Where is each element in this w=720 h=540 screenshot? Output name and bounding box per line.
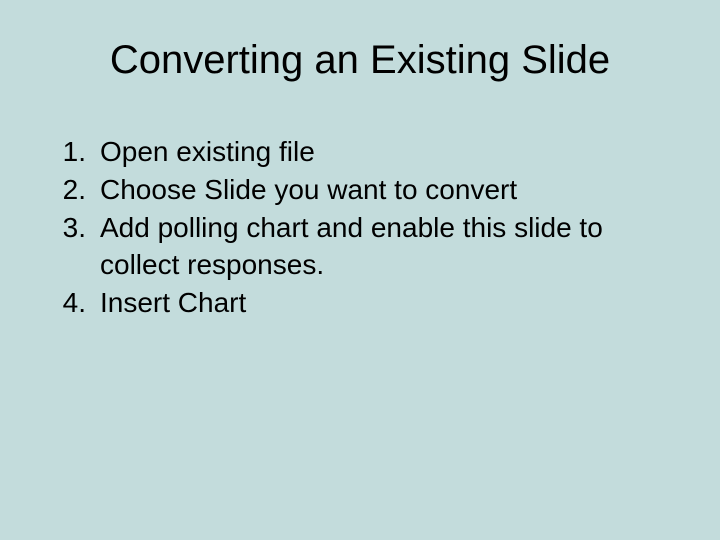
step-list: 1. Open existing file 2. Choose Slide yo… — [30, 133, 690, 322]
list-text: Add polling chart and enable this slide … — [100, 209, 690, 285]
list-item: 1. Open existing file — [50, 133, 690, 171]
list-number: 2. — [50, 171, 100, 209]
list-item: 2. Choose Slide you want to convert — [50, 171, 690, 209]
list-item: 3. Add polling chart and enable this sli… — [50, 209, 690, 285]
slide-container: Converting an Existing Slide 1. Open exi… — [0, 0, 720, 540]
list-text: Open existing file — [100, 133, 690, 171]
list-number: 4. — [50, 284, 100, 322]
list-item: 4. Insert Chart — [50, 284, 690, 322]
list-number: 1. — [50, 133, 100, 171]
list-text: Insert Chart — [100, 284, 690, 322]
slide-title: Converting an Existing Slide — [30, 38, 690, 83]
list-number: 3. — [50, 209, 100, 247]
list-text: Choose Slide you want to convert — [100, 171, 690, 209]
